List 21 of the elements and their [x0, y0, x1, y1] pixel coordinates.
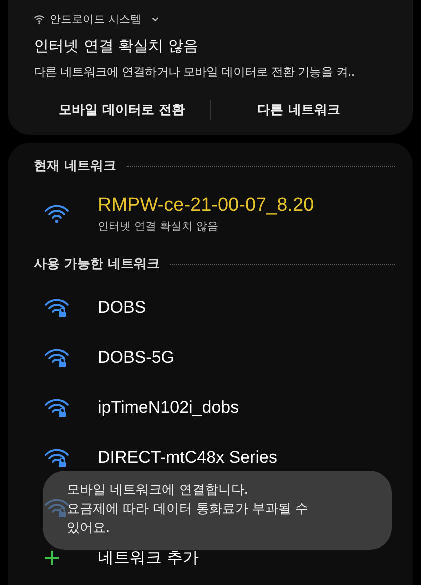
network-item[interactable]: DOBS-5G: [34, 333, 395, 383]
section-header: 사용 가능한 네트워크: [34, 256, 160, 273]
action-button[interactable]: 다른 네트워크: [211, 95, 387, 125]
wifi-icon: [34, 14, 45, 24]
network-item[interactable]: ipTimeN102i_dobs: [34, 383, 395, 433]
notification-text: 다른 네트워크에 연결하거나 모바일 데이터로 전환 기능을 켜..: [34, 64, 356, 81]
section-header: 현재 네트워크: [34, 158, 117, 175]
network-name: ipTimeN102i_dobs: [98, 398, 240, 418]
notification-title: 인터넷 연결 확실치 않음: [34, 37, 200, 56]
message-toast: 모바일 네트워크에 연결합니다. 요금제에 따라 데이터 통화료가 부과될 수 있어요.: [43, 471, 392, 550]
network-name: DOBS-5G: [98, 348, 175, 368]
network-status: 인터넷 연결 확실치 않음: [98, 218, 220, 234]
app-name: 안드로이드 시스템: [50, 12, 142, 26]
action-button[interactable]: 모바일 데이터로 전환: [34, 95, 210, 125]
add-network-label: 네트워크 추가: [98, 548, 200, 568]
network-name: RMPW-ce-21-00-07_8.20: [98, 194, 314, 216]
network-name: DIRECT-mtC48x Series: [98, 448, 278, 468]
network-name: DOBS: [98, 298, 146, 318]
network-item[interactable]: DOBS: [34, 283, 395, 333]
plus-icon: [44, 550, 60, 566]
network-item[interactable]: RMPW-ce-21-00-07_8.20 인터넷 연결 확실치 않음: [34, 181, 395, 247]
